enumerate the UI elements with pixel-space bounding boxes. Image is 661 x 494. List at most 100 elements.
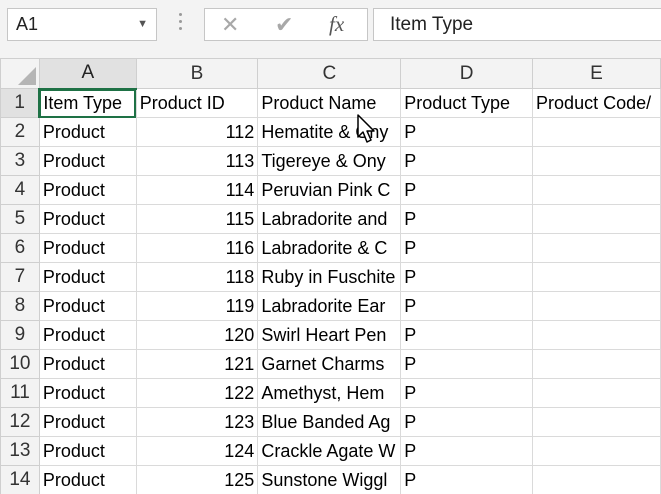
cell-a[interactable]: Product	[38, 320, 137, 350]
cell-d[interactable]: P	[400, 378, 534, 408]
name-box[interactable]: A1 ▼	[7, 8, 157, 41]
cell-a[interactable]: Product	[38, 465, 137, 494]
cell-d[interactable]: P	[400, 204, 534, 234]
cell-b[interactable]: 120	[135, 320, 259, 350]
cell-c[interactable]: Blue Banded Ag	[257, 407, 402, 437]
cell-d[interactable]: P	[400, 407, 534, 437]
cell-e[interactable]	[532, 291, 661, 321]
cell-b[interactable]: 115	[135, 204, 259, 234]
formula-input[interactable]: Item Type	[373, 8, 661, 41]
cell-a[interactable]: Product	[38, 378, 137, 408]
cell-b[interactable]: 121	[135, 349, 259, 379]
cell-c[interactable]: Tigereye & Ony	[257, 146, 402, 176]
cancel-icon[interactable]: ✕	[221, 9, 239, 40]
row-header[interactable]: 11	[0, 378, 40, 408]
row-header[interactable]: 1	[0, 88, 41, 118]
cell-d[interactable]: P	[400, 436, 534, 466]
row-header[interactable]: 12	[0, 407, 40, 437]
cell-e[interactable]	[532, 407, 661, 437]
cell-d[interactable]: Product Type	[400, 88, 534, 118]
cell-c[interactable]: Labradorite & C	[257, 233, 402, 263]
cell-c[interactable]: Product Name	[257, 88, 402, 118]
cell-c[interactable]: Sunstone Wiggl	[257, 465, 402, 494]
cell-e[interactable]	[532, 117, 661, 147]
table-row: 1 Item Type Product ID Product Name Product …	[0, 88, 661, 118]
row-header[interactable]: 10	[0, 349, 40, 379]
cell-a[interactable]: Product	[38, 407, 137, 437]
cell-e[interactable]	[532, 349, 661, 379]
grip-dots-icon[interactable]	[177, 10, 183, 38]
cell-d[interactable]: P	[400, 175, 534, 205]
enter-check-icon[interactable]: ✔	[275, 9, 293, 40]
cell-b[interactable]: 118	[135, 262, 259, 292]
cell-a[interactable]: Item Type	[38, 88, 137, 118]
cell-d[interactable]: P	[400, 349, 534, 379]
cell-d[interactable]: P	[400, 262, 534, 292]
column-header-a[interactable]: A	[38, 58, 137, 90]
cell-a[interactable]: Product	[38, 117, 137, 147]
select-all-button[interactable]	[0, 58, 40, 89]
cell-e[interactable]	[532, 436, 661, 466]
cell-a[interactable]: Product	[38, 146, 137, 176]
cell-c[interactable]: Labradorite and	[257, 204, 402, 234]
row-header[interactable]: 5	[0, 204, 40, 234]
cell-b[interactable]: 116	[135, 233, 259, 263]
cell-a[interactable]: Product	[38, 291, 137, 321]
cell-e[interactable]	[532, 233, 661, 263]
cell-e[interactable]	[532, 175, 661, 205]
table-row: 7 Product 118 Ruby in Fuschite P	[0, 262, 661, 292]
row-header[interactable]: 9	[0, 320, 40, 350]
cell-c[interactable]: Garnet Charms	[257, 349, 402, 379]
cell-b[interactable]: 112	[135, 117, 259, 147]
cell-c[interactable]: Hematite & Ony	[257, 117, 402, 147]
cell-b[interactable]: 122	[135, 378, 259, 408]
row-header[interactable]: 14	[0, 465, 40, 494]
chevron-down-icon[interactable]: ▼	[137, 9, 148, 40]
row-header[interactable]: 6	[0, 233, 40, 263]
cell-c[interactable]: Swirl Heart Pen	[257, 320, 402, 350]
cell-c[interactable]: Labradorite Ear	[257, 291, 402, 321]
cell-e[interactable]	[532, 320, 661, 350]
row-header[interactable]: 2	[0, 117, 40, 147]
cell-e[interactable]	[532, 465, 661, 494]
cell-b[interactable]: 119	[135, 291, 259, 321]
cell-e[interactable]	[532, 262, 661, 292]
cell-d[interactable]: P	[400, 291, 534, 321]
cell-a[interactable]: Product	[38, 262, 137, 292]
cell-d[interactable]: P	[400, 233, 534, 263]
cell-b[interactable]: 123	[135, 407, 259, 437]
column-header-c[interactable]: C	[257, 58, 402, 89]
cell-a[interactable]: Product	[38, 349, 137, 379]
cell-c[interactable]: Amethyst, Hem	[257, 378, 402, 408]
cell-a[interactable]: Product	[38, 204, 137, 234]
insert-function-icon[interactable]: fx	[329, 9, 344, 40]
row-header[interactable]: 8	[0, 291, 40, 321]
cell-b[interactable]: 114	[135, 175, 259, 205]
cell-b[interactable]: 113	[135, 146, 259, 176]
cell-b[interactable]: Product ID	[135, 88, 259, 118]
cell-b[interactable]: 125	[135, 465, 259, 494]
cell-e[interactable]	[532, 378, 661, 408]
cell-d[interactable]: P	[400, 146, 534, 176]
row-header[interactable]: 13	[0, 436, 40, 466]
cell-c[interactable]: Peruvian Pink C	[257, 175, 402, 205]
column-header-d[interactable]: D	[400, 58, 534, 89]
row-header[interactable]: 7	[0, 262, 40, 292]
cell-d[interactable]: P	[400, 465, 534, 494]
row-header[interactable]: 4	[0, 175, 40, 205]
row-header[interactable]: 3	[0, 146, 40, 176]
cell-c[interactable]: Crackle Agate W	[257, 436, 402, 466]
cell-a[interactable]: Product	[38, 436, 137, 466]
cell-e[interactable]	[532, 204, 661, 234]
table-row: 5 Product 115 Labradorite and P	[0, 204, 661, 234]
cell-a[interactable]: Product	[38, 175, 137, 205]
cell-d[interactable]: P	[400, 117, 534, 147]
column-header-b[interactable]: B	[135, 58, 259, 89]
cell-e[interactable]: Product Code/	[532, 88, 661, 118]
cell-d[interactable]: P	[400, 320, 534, 350]
cell-b[interactable]: 124	[135, 436, 259, 466]
column-header-e[interactable]: E	[532, 58, 661, 89]
cell-a[interactable]: Product	[38, 233, 137, 263]
cell-c[interactable]: Ruby in Fuschite	[257, 262, 402, 292]
cell-e[interactable]	[532, 146, 661, 176]
